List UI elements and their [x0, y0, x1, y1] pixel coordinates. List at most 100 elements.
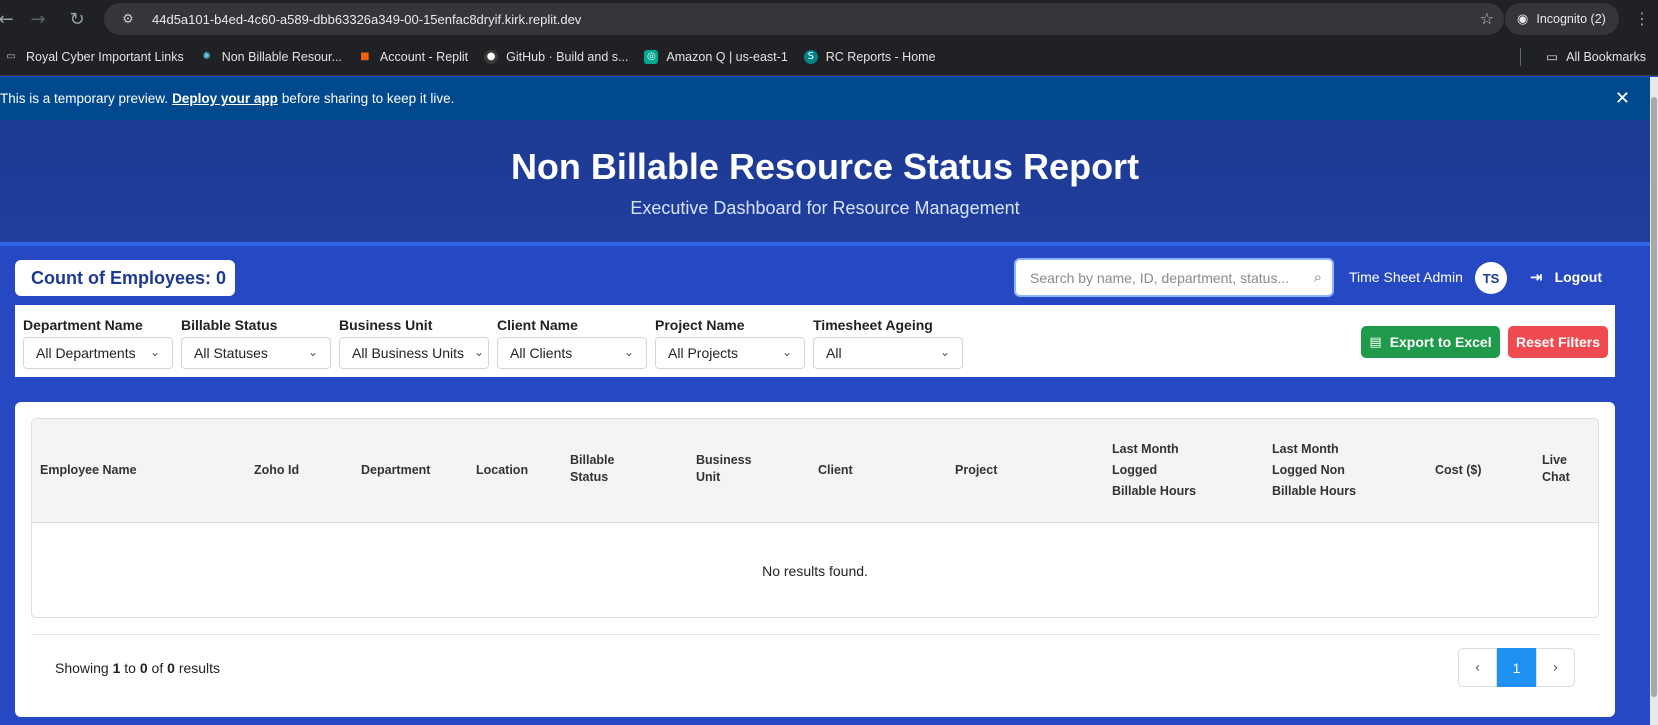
results-card: Employee Name Zoho Id Department Locatio…	[15, 402, 1615, 717]
browser-top-bar: ← → ↻ ⚙ 44d5a101-b4ed-4c60-a589-dbb63326…	[0, 0, 1658, 38]
address-bar[interactable]: ⚙ 44d5a101-b4ed-4c60-a589-dbb63326a349-0…	[104, 3, 1504, 35]
column-header[interactable]: Employee Name	[40, 460, 137, 481]
back-arrow-icon[interactable]: ←	[0, 3, 22, 35]
all-bookmarks-button[interactable]: ▭ All Bookmarks	[1520, 48, 1646, 66]
chevron-down-icon: ⌄	[781, 345, 792, 359]
logout-label: Logout	[1554, 269, 1602, 285]
incognito-label: Incognito (2)	[1536, 12, 1606, 26]
bookmarks-bar: ▭ Royal Cyber Important Links ✺ Non Bill…	[0, 38, 1658, 76]
logout-icon: ⇥	[1530, 268, 1543, 286]
column-header[interactable]: Project	[955, 460, 997, 481]
filter-label: Timesheet Ageing	[813, 317, 933, 333]
folder-icon: ▭	[6, 51, 16, 62]
bookmark-label: Non Billable Resour...	[221, 49, 342, 64]
column-header[interactable]: Billable Status	[570, 452, 614, 486]
select-value: All Clients	[510, 345, 573, 361]
deploy-app-link[interactable]: Deploy your app	[172, 91, 278, 106]
select-value: All	[826, 345, 842, 361]
header-line: Last Month	[1112, 442, 1179, 456]
bookmark-label: RC Reports - Home	[825, 49, 936, 64]
client-select[interactable]: All Clients ⌄	[497, 337, 647, 369]
github-icon: ●	[484, 49, 499, 64]
spreadsheet-icon: ▤	[1369, 334, 1382, 350]
column-header[interactable]: Location	[476, 460, 528, 481]
select-value: All Statuses	[194, 345, 268, 361]
column-header[interactable]: Business Unit	[696, 452, 752, 486]
business-unit-select[interactable]: All Business Units ⌄	[339, 337, 489, 369]
reset-filters-button[interactable]: Reset Filters	[1508, 326, 1608, 358]
column-header[interactable]: Department	[361, 460, 430, 481]
column-header[interactable]: Last Month Logged Non Billable Hours	[1272, 439, 1356, 502]
select-value: All Departments	[36, 345, 136, 361]
chevron-left-icon[interactable]: ‹	[1458, 648, 1497, 687]
react-icon: ✺	[202, 51, 211, 62]
header-line: Billable	[570, 453, 615, 467]
all-bookmarks-label: All Bookmarks	[1566, 49, 1646, 64]
browser-menu-icon[interactable]: ⋮	[1634, 9, 1650, 28]
reload-icon[interactable]: ↻	[61, 3, 93, 35]
results-summary: Showing 1 to 0 of 0 results	[55, 660, 220, 676]
site-settings-icon[interactable]: ⚙	[118, 9, 138, 29]
column-header[interactable]: Client	[818, 460, 853, 481]
filter-label: Client Name	[497, 317, 578, 333]
project-select[interactable]: All Projects ⌄	[655, 337, 805, 369]
empty-state-message: No results found.	[762, 563, 868, 579]
bookmark-star-icon[interactable]: ☆	[1480, 9, 1494, 28]
filter-billable-status: Billable Status All Statuses ⌄	[173, 317, 331, 369]
timesheet-ageing-select[interactable]: All ⌄	[813, 337, 963, 369]
logout-button[interactable]: ⇥ Logout	[1530, 268, 1602, 286]
bookmark-label: GitHub · Build and s...	[506, 49, 629, 64]
filter-label: Business Unit	[339, 317, 433, 333]
department-select[interactable]: All Departments ⌄	[23, 337, 173, 369]
column-header[interactable]: Zoho Id	[254, 460, 299, 481]
forward-arrow-icon[interactable]: →	[22, 3, 54, 35]
chevron-down-icon: ⌄	[149, 345, 160, 359]
header-line: Employee Name	[40, 463, 137, 477]
bookmark-item[interactable]: ✺ Non Billable Resour...	[200, 50, 342, 64]
header-line: Billable Hours	[1112, 484, 1197, 498]
bookmark-label: Amazon Q | us-east-1	[666, 49, 788, 64]
banner-text-after: before sharing to keep it live.	[281, 91, 455, 106]
bookmark-item[interactable]: S RC Reports - Home	[803, 49, 936, 64]
avatar[interactable]: TS	[1475, 262, 1507, 294]
filter-project-name: Project Name All Projects ⌄	[647, 317, 805, 369]
select-value: All Projects	[668, 345, 739, 361]
url-text[interactable]: 44d5a101-b4ed-4c60-a589-dbb63326a349-00-…	[152, 12, 581, 27]
bookmark-item[interactable]: ● GitHub · Build and s...	[484, 49, 629, 64]
header-line: Cost ($)	[1435, 463, 1482, 477]
bookmark-separator	[1520, 48, 1522, 66]
header-line: Logged	[1112, 463, 1158, 477]
page-title: Non Billable Resource Status Report	[510, 146, 1140, 187]
header-line: Location	[476, 463, 529, 477]
results-table: Employee Name Zoho Id Department Locatio…	[31, 418, 1599, 618]
bookmark-item[interactable]: ▭ Royal Cyber Important Links	[4, 50, 183, 64]
folder-icon: ▭	[1546, 49, 1559, 64]
column-header[interactable]: Cost ($)	[1435, 460, 1482, 481]
page-button[interactable]: 1	[1497, 648, 1536, 687]
bookmark-item[interactable]: ■ Account - Replit	[358, 50, 468, 64]
export-excel-button[interactable]: ▤ Export to Excel	[1361, 326, 1500, 358]
billable-status-select[interactable]: All Statuses ⌄	[181, 337, 331, 369]
replit-icon: ■	[360, 51, 370, 62]
incognito-badge[interactable]: ◉ Incognito (2)	[1505, 3, 1619, 35]
filter-label: Project Name	[655, 317, 745, 333]
header-line: Logged Non	[1272, 463, 1345, 477]
page-subtitle: Executive Dashboard for Resource Managem…	[630, 198, 1020, 218]
summary-total: 0	[167, 660, 175, 676]
search-icon[interactable]: ⌕	[1314, 268, 1322, 286]
chevron-right-icon[interactable]: ›	[1536, 648, 1575, 687]
summary-text: results	[178, 660, 221, 676]
page-scrollbar[interactable]	[1650, 77, 1658, 725]
header-line: Live	[1542, 453, 1568, 467]
close-icon[interactable]: ✕	[1615, 88, 1630, 109]
scrollbar-thumb[interactable]	[1651, 97, 1657, 697]
header-line: Unit	[696, 470, 721, 484]
column-header[interactable]: Last Month Logged Billable Hours	[1112, 439, 1196, 502]
bookmark-item[interactable]: ◎ Amazon Q | us-east-1	[644, 49, 788, 64]
export-label: Export to Excel	[1389, 334, 1492, 350]
filter-timesheet-ageing: Timesheet Ageing All ⌄	[805, 317, 963, 369]
summary-to: 0	[139, 660, 148, 676]
search-box[interactable]: ⌕	[1014, 258, 1334, 297]
search-input[interactable]	[1030, 269, 1300, 286]
column-header[interactable]: Live Chat	[1542, 452, 1570, 486]
